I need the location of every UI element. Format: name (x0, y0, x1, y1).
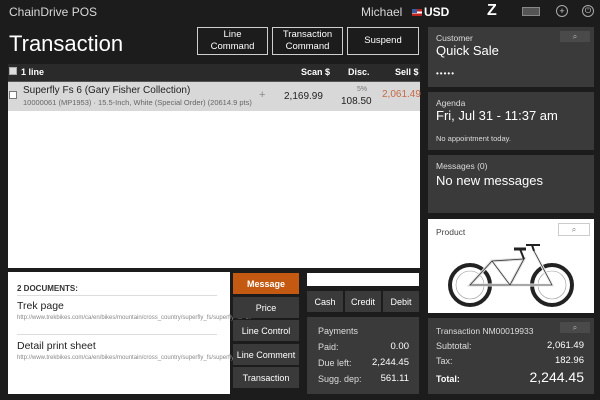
transaction-totals-panel: Transaction NM00019933 ⌕ Subtotal: 2,061… (428, 318, 594, 394)
due-left-label: Due left: (318, 358, 352, 368)
tax-label: Tax: (436, 356, 453, 366)
product-label: Product (436, 227, 466, 237)
customer-masked-info: ••••• (436, 69, 456, 78)
agenda-note: No appointment today. (436, 134, 511, 143)
subtotal-value: 2,061.49 (547, 340, 584, 351)
search-icon[interactable]: ⌕ (558, 223, 590, 236)
table-row[interactable]: Superfly Fs 6 (Gary Fisher Collection) 1… (8, 82, 421, 111)
suggested-deposit-label: Sugg. dep: (318, 374, 362, 384)
line-comment-button[interactable]: Line Comment (233, 344, 299, 365)
header-sell[interactable]: Sell $ (395, 67, 419, 77)
divider (17, 295, 217, 296)
search-icon[interactable]: ⌕ (560, 322, 590, 333)
document-name[interactable]: Detail print sheet (17, 340, 96, 352)
keyboard-icon[interactable] (522, 7, 540, 16)
header-scan[interactable]: Scan $ (301, 67, 330, 77)
customer-label: Customer (436, 33, 473, 43)
document-name[interactable]: Trek page (17, 300, 64, 312)
transaction-command-label: Transaction Command (282, 29, 333, 52)
payments-title: Payments (318, 326, 359, 336)
payment-amount-input[interactable] (307, 273, 419, 286)
documents-panel: 2 DOCUMENTS: Trek page http://www.trekbi… (8, 272, 264, 394)
grid-header: 1 line Scan $ Disc. Sell $ (8, 64, 420, 82)
credit-button[interactable]: Credit (345, 291, 381, 312)
divider (17, 334, 217, 335)
subtotal-label: Subtotal: (436, 341, 472, 351)
header-lines: 1 line (21, 67, 45, 77)
line-grid: 1 line Scan $ Disc. Sell $ Superfly Fs 6… (8, 64, 421, 268)
tax-value: 182.96 (554, 355, 584, 366)
cash-button[interactable]: Cash (307, 291, 343, 312)
item-discount[interactable]: 108.50 (341, 96, 372, 107)
expand-row-icon[interactable]: + (259, 89, 265, 101)
documents-title: 2 DOCUMENTS: (17, 284, 78, 293)
agenda-date: Fri, Jul 31 - 11:37 am (436, 108, 558, 123)
price-button[interactable]: Price (233, 297, 299, 318)
transaction-number: Transaction NM00019933 (436, 326, 534, 336)
app-title: ChainDrive POS (9, 5, 98, 19)
paid-value: 0.00 (390, 341, 410, 352)
due-left-value: 2,244.45 (372, 357, 409, 368)
select-all-checkbox[interactable] (9, 67, 17, 75)
item-sell-price: 2,061.49 (382, 89, 421, 100)
header-disc[interactable]: Disc. (348, 67, 370, 77)
power-icon[interactable]: ⏻ (582, 5, 594, 17)
us-flag-icon (412, 9, 422, 16)
row-checkbox[interactable] (9, 91, 17, 99)
currency-selector[interactable]: USD (424, 5, 449, 19)
debit-button[interactable]: Debit (383, 291, 419, 312)
customer-name: Quick Sale (436, 43, 499, 58)
agenda-panel[interactable]: Agenda Fri, Jul 31 - 11:37 am No appoint… (428, 92, 594, 150)
item-details: 10000061 (MP1953) · 15.5-Inch, White (Sp… (23, 98, 252, 107)
item-scan-price: 2,169.99 (284, 91, 323, 102)
messages-panel[interactable]: Messages (0) No new messages (428, 155, 594, 213)
user-name[interactable]: Michael (361, 5, 402, 19)
suspend-button[interactable]: Suspend (347, 27, 419, 55)
page-title: Transaction (9, 31, 124, 56)
line-command-button[interactable]: Line Command (197, 27, 268, 55)
agenda-label: Agenda (436, 98, 466, 108)
transaction-command-button[interactable]: Transaction Command (272, 27, 343, 55)
document-url[interactable]: http://www.trekbikes.com/ca/en/bikes/mou… (17, 314, 252, 322)
customer-panel[interactable]: Customer ⌕ Quick Sale ••••• (428, 27, 594, 87)
product-panel[interactable]: Product ⌕ (428, 219, 594, 313)
total-label: Total: (436, 374, 460, 384)
bike-image (448, 244, 574, 307)
add-icon[interactable]: + (556, 5, 568, 17)
suggested-deposit-value: 561.11 (380, 373, 409, 384)
total-value: 2,244.45 (529, 369, 585, 385)
z-mode-icon[interactable]: Z (487, 2, 497, 20)
search-icon[interactable]: ⌕ (560, 31, 590, 42)
item-discount-percent: 5% (357, 86, 368, 93)
message-button[interactable]: Message (233, 273, 299, 294)
item-name: Superfly Fs 6 (Gary Fisher Collection) (23, 85, 191, 96)
transaction-button[interactable]: Transaction (233, 367, 299, 388)
document-url[interactable]: http://www.trekbikes.com/ca/en/bikes/mou… (17, 354, 264, 362)
messages-text: No new messages (436, 173, 543, 188)
messages-label: Messages (0) (436, 161, 488, 171)
paid-label: Paid: (318, 342, 339, 352)
line-control-button[interactable]: Line Control (233, 320, 299, 341)
payments-summary: Payments Paid: 0.00 Due left: 2,244.45 S… (307, 317, 419, 394)
line-command-label: Line Command (210, 29, 255, 52)
